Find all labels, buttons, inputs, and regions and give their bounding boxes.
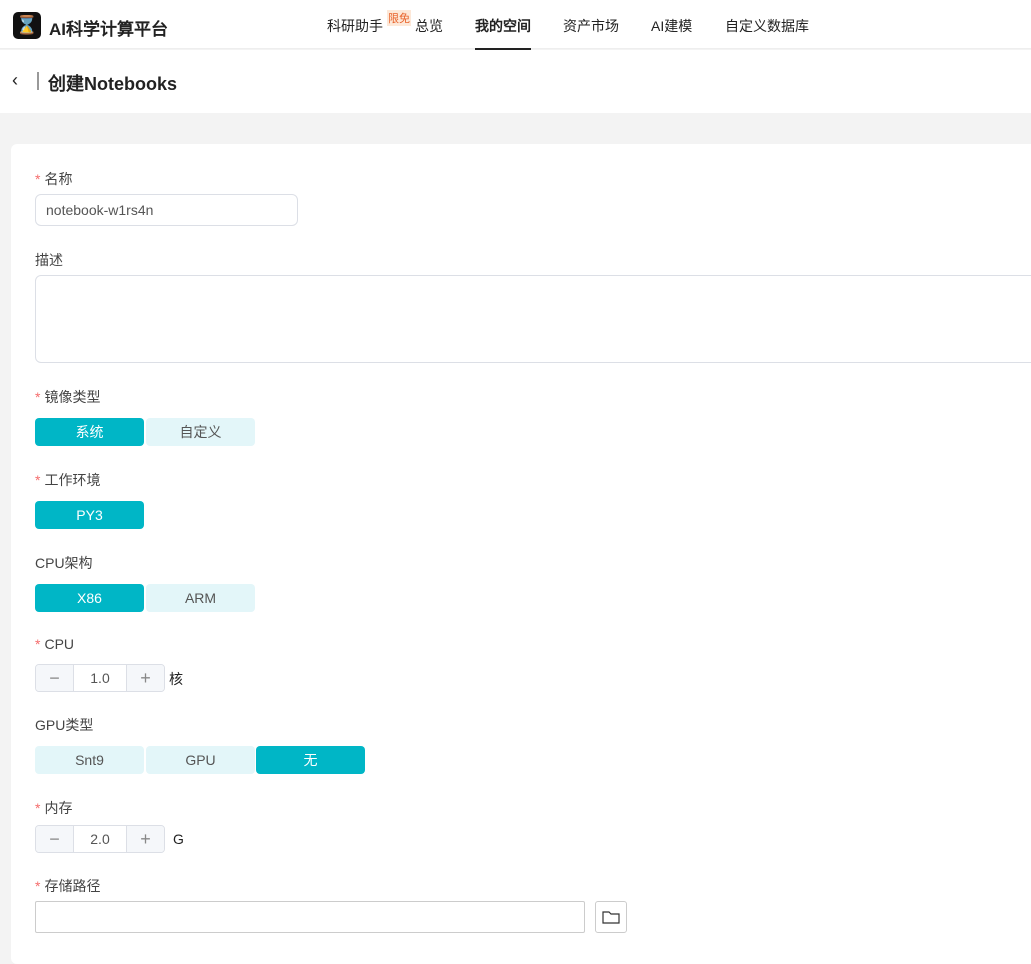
memory-label-text: 内存 <box>44 800 73 816</box>
cpu-increment-button[interactable]: + <box>127 665 164 691</box>
work-env-label: * 工作环境 <box>35 470 100 490</box>
name-label: * 名称 <box>35 169 72 189</box>
description-label: 描述 <box>35 252 63 268</box>
gpu-type-gpu[interactable]: GPU <box>146 746 255 774</box>
description-textarea[interactable] <box>35 275 1031 363</box>
name-label-text: 名称 <box>44 171 73 187</box>
image-type-label: * 镜像类型 <box>35 387 100 407</box>
nav-overview[interactable]: 总览 <box>415 16 443 36</box>
name-input[interactable] <box>35 194 298 226</box>
nav-asset-market[interactable]: 资产市场 <box>563 16 619 36</box>
cpu-label-text: CPU <box>44 636 75 652</box>
cpu-arch-arm[interactable]: ARM <box>146 584 255 612</box>
image-type-system[interactable]: 系统 <box>35 418 144 446</box>
image-type-label-text: 镜像类型 <box>44 389 101 405</box>
memory-unit: G <box>173 831 184 847</box>
gpu-type-label: GPU类型 <box>35 717 94 733</box>
back-icon[interactable]: ‹ <box>12 70 18 91</box>
nav-research-assistant[interactable]: 科研助手 <box>327 16 383 36</box>
cpu-stepper[interactable]: − 1.0 + <box>35 664 165 692</box>
top-nav-bar: ⌛ AI科学计算平台 科研助手 限免 总览 我的空间 资产市场 AI建模 自定义… <box>0 0 1031 51</box>
memory-value[interactable]: 2.0 <box>73 826 127 852</box>
memory-decrement-button[interactable]: − <box>36 826 73 852</box>
required-mark: * <box>35 800 41 816</box>
work-env-py3[interactable]: PY3 <box>35 501 144 529</box>
storage-path-input[interactable] <box>35 901 585 933</box>
image-type-custom[interactable]: 自定义 <box>146 418 255 446</box>
cpu-arch-label: CPU架构 <box>35 555 93 571</box>
nav-custom-database[interactable]: 自定义数据库 <box>725 16 809 36</box>
nav-my-space[interactable]: 我的空间 <box>475 16 531 51</box>
cpu-value[interactable]: 1.0 <box>73 665 127 691</box>
page-title: 创建Notebooks <box>48 74 178 94</box>
folder-icon <box>602 911 620 924</box>
cpu-label: * CPU <box>35 636 74 652</box>
required-mark: * <box>35 636 41 652</box>
app-title: AI科学计算平台 <box>49 20 168 39</box>
folder-browse-button[interactable] <box>595 901 627 933</box>
divider <box>37 72 39 90</box>
memory-stepper[interactable]: − 2.0 + <box>35 825 165 853</box>
work-env-label-text: 工作环境 <box>44 472 101 488</box>
storage-path-label: * 存储路径 <box>35 876 100 896</box>
free-badge: 限免 <box>387 10 411 26</box>
required-mark: * <box>35 389 41 405</box>
storage-path-label-text: 存储路径 <box>44 878 101 894</box>
gpu-type-snt9[interactable]: Snt9 <box>35 746 144 774</box>
required-mark: * <box>35 878 41 894</box>
cpu-arch-x86[interactable]: X86 <box>35 584 144 612</box>
app-logo-icon: ⌛ <box>13 12 41 39</box>
required-mark: * <box>35 171 41 187</box>
memory-label: * 内存 <box>35 798 72 818</box>
cpu-unit: 核 <box>169 671 183 687</box>
page-header: ‹ 创建Notebooks <box>0 50 1031 113</box>
cpu-decrement-button[interactable]: − <box>36 665 73 691</box>
nav-ai-modeling[interactable]: AI建模 <box>651 16 692 36</box>
gpu-type-none[interactable]: 无 <box>256 746 365 774</box>
memory-increment-button[interactable]: + <box>127 826 164 852</box>
required-mark: * <box>35 472 41 488</box>
